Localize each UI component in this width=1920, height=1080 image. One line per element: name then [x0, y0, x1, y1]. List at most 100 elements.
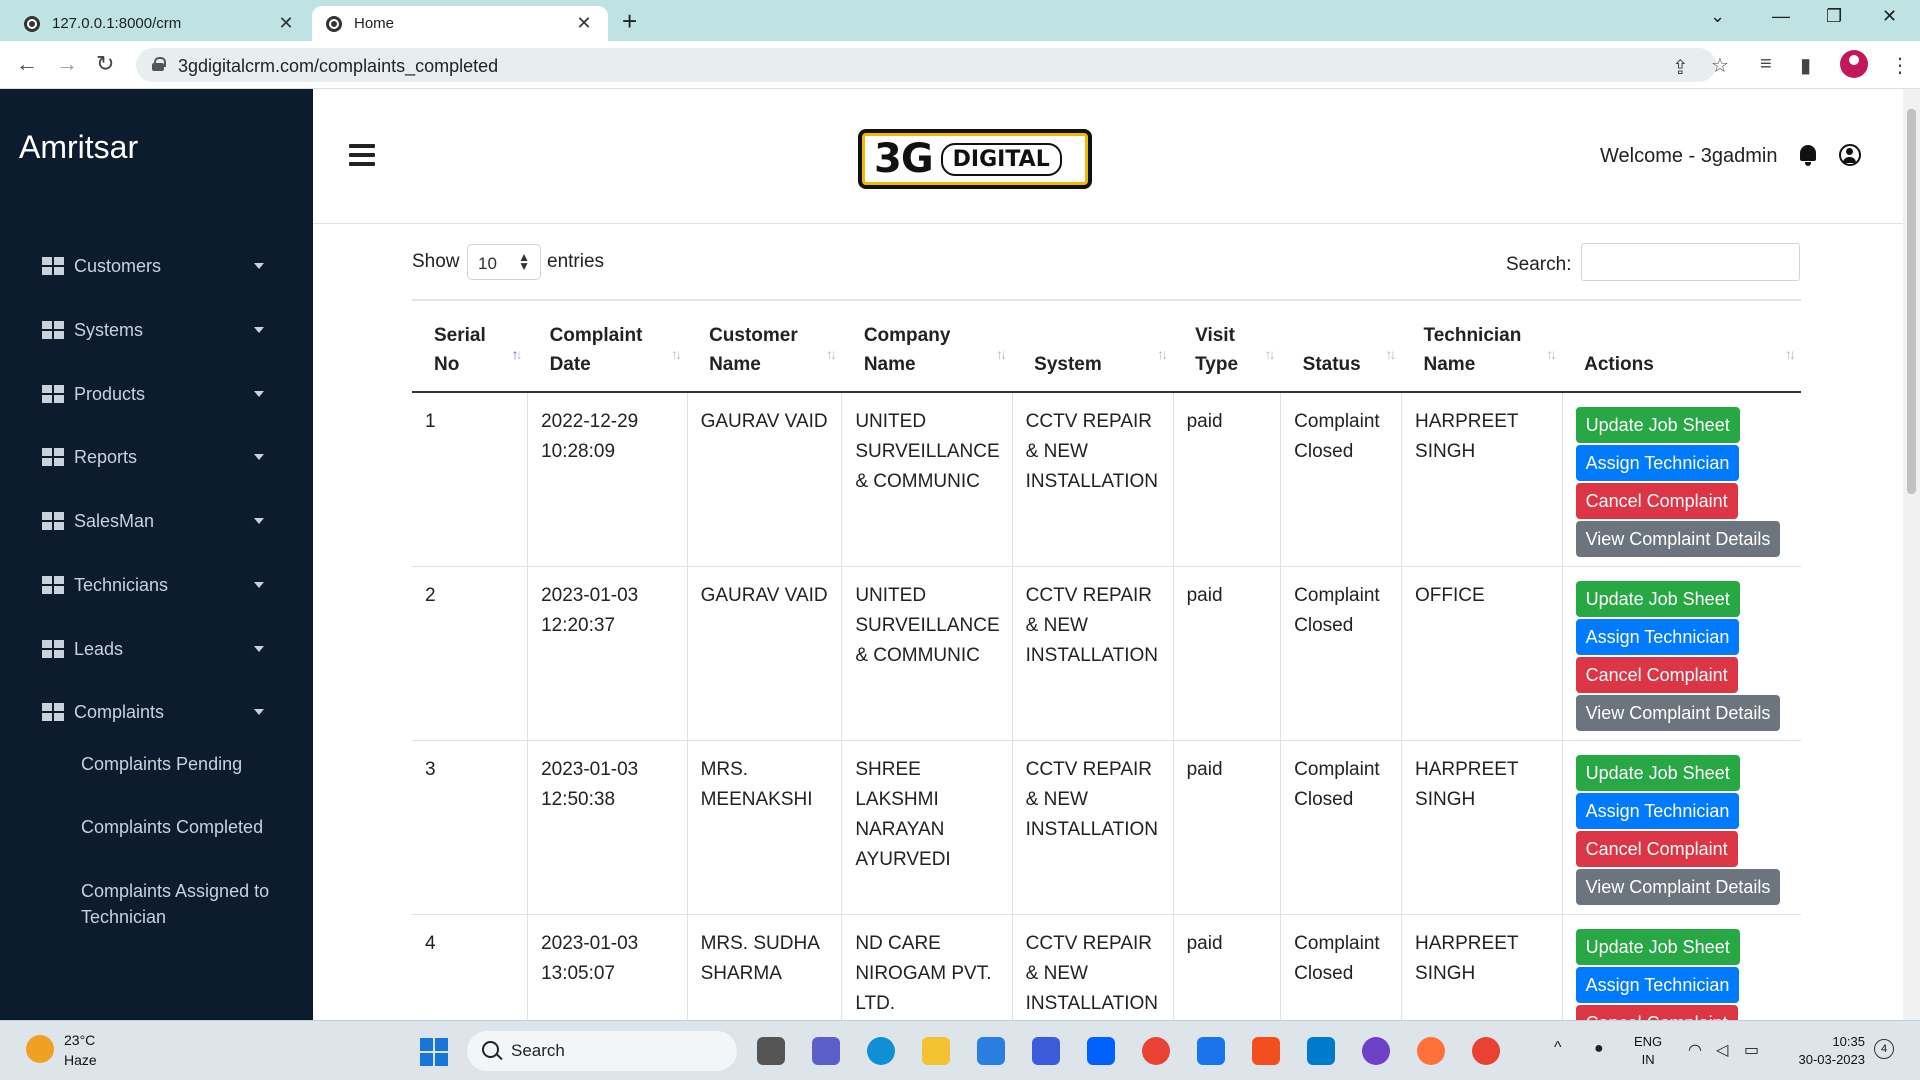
profile-avatar[interactable] [1840, 50, 1868, 78]
column-header-technician-name[interactable]: Technician Name ↑↓ [1401, 299, 1563, 393]
cancel-complaint-button[interactable]: Cancel Complaint [1575, 656, 1738, 693]
chrome-active-icon[interactable] [1472, 1037, 1500, 1065]
share-icon[interactable]: ⇪ [1672, 55, 1689, 80]
view-complaint-details-button[interactable]: View Complaint Details [1575, 694, 1781, 731]
url-text[interactable]: 3gdigitalcrm.com/complaints_completed [178, 56, 498, 77]
weather-sun-icon[interactable] [26, 1035, 54, 1063]
column-header-visit-type[interactable]: Visit Type ↑↓ [1173, 299, 1281, 393]
column-header-complaint-date[interactable]: Complaint Date ↑↓ [527, 299, 688, 393]
sidebar-item-complaints[interactable]: Complaints [42, 697, 272, 727]
scrollbar-thumb[interactable] [1907, 109, 1916, 494]
update-job-sheet-button[interactable]: Update Job Sheet [1575, 580, 1740, 617]
chrome-icon[interactable] [1142, 1037, 1170, 1065]
assign-technician-button[interactable]: Assign Technician [1575, 445, 1740, 481]
sort-icon: ↑↓ [996, 346, 1007, 362]
firefox-icon[interactable] [1417, 1037, 1445, 1065]
update-job-sheet-button[interactable]: Update Job Sheet [1575, 754, 1740, 791]
column-header-serial[interactable]: Serial No ↑↓ [412, 299, 528, 393]
notification-badge[interactable]: 4 [1874, 1039, 1894, 1059]
search-input[interactable] [1581, 243, 1800, 281]
back-icon[interactable]: ← [16, 51, 38, 77]
bookmark-star-icon[interactable]: ☆ [1711, 53, 1729, 78]
caret-down-icon [254, 391, 264, 397]
system-clock[interactable]: 10:35 30-03-2023 [1788, 1033, 1866, 1069]
assign-technician-button[interactable]: Assign Technician [1575, 792, 1740, 829]
cancel-complaint-button[interactable]: Cancel Complaint [1575, 483, 1738, 519]
task-view-icon[interactable] [757, 1037, 785, 1065]
sidebar-item-salesman[interactable]: SalesMan [42, 506, 272, 536]
app-icon[interactable] [1032, 1037, 1060, 1065]
sidebar-item-label: Technicians [74, 574, 169, 595]
sidebar-subitem-complaints-assigned[interactable]: Complaints Assigned to Technician [81, 878, 281, 930]
bell-icon[interactable] [1799, 145, 1817, 167]
browser-tab-crm[interactable]: 127.0.0.1:8000/crm ✕ [10, 6, 310, 41]
dropbox-icon[interactable] [1087, 1037, 1115, 1065]
cancel-complaint-button[interactable]: Cancel Complaint [1575, 1004, 1738, 1020]
edge-icon[interactable] [867, 1037, 895, 1065]
browser-menu-icon[interactable]: ⋮ [1890, 53, 1910, 78]
column-header-customer-name[interactable]: Customer Name ↑↓ [687, 299, 842, 393]
sidebar-brand[interactable]: Amritsar [19, 129, 138, 166]
sort-icon: ↑↓ [1264, 346, 1276, 362]
language-indicator[interactable]: ENG IN [1634, 1033, 1662, 1069]
update-job-sheet-button[interactable]: Update Job Sheet [1575, 407, 1740, 443]
sidebar-subitem-complaints-pending[interactable]: Complaints Pending [81, 751, 281, 777]
windows-start-icon[interactable] [420, 1038, 448, 1066]
file-explorer-icon[interactable] [922, 1037, 950, 1065]
lock-icon[interactable] [152, 57, 166, 71]
sidebar: Amritsar Customers Systems Products Repo… [0, 89, 313, 1020]
mysql-workbench-icon[interactable] [977, 1037, 1005, 1065]
address-bar[interactable]: 3gdigitalcrm.com/complaints_completed ⇪ … [136, 48, 1729, 82]
entries-select[interactable]: 10 ▲ ▼ [467, 244, 541, 280]
weather-temperature[interactable]: 23°C [64, 1032, 95, 1048]
sidebar-item-reports[interactable]: Reports [42, 442, 272, 472]
teams-icon[interactable] [812, 1037, 840, 1065]
cell-visit-type: paid [1172, 914, 1281, 1020]
column-header-actions[interactable]: Actions ↑↓ [1562, 299, 1801, 393]
mail-icon[interactable] [1197, 1037, 1225, 1065]
github-desktop-icon[interactable] [1362, 1037, 1390, 1065]
reading-list-icon[interactable]: ≡ [1760, 53, 1772, 76]
sidebar-item-technicians[interactable]: Technicians [42, 570, 272, 600]
user-circle-icon[interactable] [1839, 144, 1861, 166]
sidebar-item-systems[interactable]: Systems [42, 315, 272, 345]
side-panel-icon[interactable]: ▮ [1800, 53, 1811, 78]
sidebar-item-customers[interactable]: Customers [42, 251, 272, 281]
meet-now-icon[interactable]: ● [1594, 1040, 1604, 1058]
new-tab-icon[interactable]: + [622, 6, 637, 37]
cell-actions: Update Job Sheet Assign Technician Cance… [1561, 566, 1801, 741]
caret-down-icon [254, 646, 264, 652]
update-job-sheet-button[interactable]: Update Job Sheet [1575, 928, 1740, 965]
vscode-icon[interactable] [1307, 1037, 1335, 1065]
tray-overflow-icon[interactable]: ^ [1554, 1039, 1562, 1057]
column-header-company-name[interactable]: Company Name ↑↓ [841, 299, 1013, 393]
column-header-system[interactable]: System ↑↓ [1012, 299, 1174, 393]
cancel-complaint-button[interactable]: Cancel Complaint [1575, 830, 1738, 867]
grid-icon [42, 257, 64, 275]
window-close-icon[interactable]: ✕ [1882, 6, 1897, 27]
browser-tab-home[interactable]: Home ✕ [312, 6, 608, 41]
sidebar-item-leads[interactable]: Leads [42, 634, 272, 664]
column-header-status[interactable]: Status ↑↓ [1280, 299, 1402, 393]
sidebar-subitem-complaints-completed[interactable]: Complaints Completed [81, 814, 281, 840]
weather-condition[interactable]: Haze [64, 1052, 97, 1068]
close-tab-icon[interactable]: ✕ [276, 13, 296, 34]
forward-icon[interactable]: → [56, 51, 78, 77]
volume-icon[interactable]: ◁ [1716, 1040, 1728, 1060]
assign-technician-button[interactable]: Assign Technician [1575, 966, 1740, 1003]
view-complaint-details-button[interactable]: View Complaint Details [1575, 868, 1781, 905]
tab-search-icon[interactable]: ⌄ [1710, 6, 1725, 27]
taskbar-search[interactable]: Search [467, 1031, 737, 1071]
figma-icon[interactable] [1252, 1037, 1280, 1065]
wifi-icon[interactable]: ◠ [1688, 1040, 1702, 1060]
minimize-icon[interactable]: — [1772, 6, 1790, 27]
page-scrollbar[interactable] [1903, 89, 1920, 1020]
battery-icon[interactable]: ▭ [1744, 1040, 1759, 1060]
view-complaint-details-button[interactable]: View Complaint Details [1575, 521, 1781, 557]
hamburger-menu-icon[interactable] [349, 144, 375, 166]
restore-icon[interactable]: ❐ [1826, 6, 1842, 27]
sidebar-item-products[interactable]: Products [42, 379, 272, 409]
reload-icon[interactable]: ↻ [96, 51, 114, 77]
close-tab-icon[interactable]: ✕ [574, 13, 594, 34]
assign-technician-button[interactable]: Assign Technician [1575, 618, 1740, 655]
